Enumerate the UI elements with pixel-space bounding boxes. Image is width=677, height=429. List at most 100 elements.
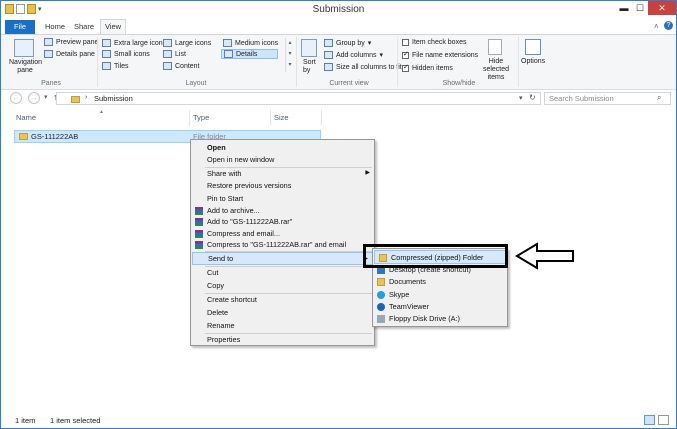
send-to-floppy[interactable]: Floppy Disk Drive (A:) bbox=[373, 313, 507, 325]
breadcrumb-chevron-icon[interactable]: › bbox=[85, 94, 87, 101]
menu-item-cut[interactable]: Cut bbox=[191, 267, 374, 279]
size-columns-icon bbox=[324, 63, 333, 71]
back-button[interactable]: ← bbox=[10, 92, 22, 104]
large-icons-view-icon[interactable] bbox=[658, 415, 669, 425]
selection-count: 1 item selected bbox=[50, 416, 101, 425]
options-icon bbox=[525, 39, 541, 55]
search-input[interactable]: Search Submission bbox=[544, 92, 671, 105]
sort-by-icon bbox=[301, 39, 317, 57]
tab-view[interactable]: View bbox=[100, 19, 126, 34]
menu-item-restore-versions[interactable]: Restore previous versions bbox=[191, 180, 374, 192]
column-size[interactable]: Size bbox=[274, 113, 289, 122]
group-by-button[interactable]: Group by ▾ bbox=[324, 39, 371, 47]
tiles-option[interactable]: Tiles bbox=[102, 62, 129, 70]
ribbon-separator bbox=[97, 37, 98, 87]
menu-item-copy[interactable]: Copy bbox=[191, 280, 374, 292]
file-name-extensions-toggle[interactable]: File name extensions bbox=[402, 50, 478, 59]
winrar-icon bbox=[195, 207, 203, 215]
tab-file[interactable]: File bbox=[5, 20, 35, 34]
extra-large-icons-option[interactable]: Extra large icons bbox=[102, 39, 166, 47]
menu-item-add-to-rar[interactable]: Add to "GS-111222AB.rar" bbox=[191, 216, 374, 228]
item-check-boxes-toggle[interactable]: Item check boxes bbox=[402, 39, 466, 46]
menu-item-rename[interactable]: Rename bbox=[191, 320, 374, 332]
options-button[interactable]: Options bbox=[521, 58, 545, 65]
add-columns-button[interactable]: Add columns ▾ bbox=[324, 51, 383, 59]
menu-item-compress-rar-email[interactable]: Compress to "GS-111222AB.rar" and email bbox=[191, 239, 374, 251]
skype-icon bbox=[377, 291, 385, 299]
column-separator[interactable] bbox=[321, 110, 322, 126]
large-icons-icon bbox=[163, 39, 172, 47]
folder-icon bbox=[19, 133, 28, 140]
search-icon: ⌕ bbox=[657, 93, 662, 102]
layout-scroll[interactable]: ▴ ▾ ▾ bbox=[285, 38, 294, 72]
tiles-icon bbox=[102, 62, 111, 70]
forward-button[interactable]: → bbox=[28, 92, 40, 104]
send-to-skype[interactable]: Skype bbox=[373, 289, 507, 301]
list-option[interactable]: List bbox=[163, 50, 186, 58]
column-name[interactable]: Name bbox=[16, 113, 36, 122]
annotation-highlight-box bbox=[363, 244, 508, 268]
refresh-icon[interactable]: ↻ bbox=[529, 93, 536, 102]
title-bar: ▾ Submission ▬ ☐ ✕ bbox=[1, 1, 676, 19]
add-columns-icon bbox=[324, 51, 333, 59]
ribbon-tabs: File Home Share View ˄ ? bbox=[1, 19, 676, 35]
menu-item-properties[interactable]: Properties bbox=[191, 334, 374, 346]
navigation-pane-button[interactable]: Navigation pane bbox=[9, 59, 42, 75]
navigation-pane-icon[interactable] bbox=[14, 39, 34, 57]
column-separator[interactable] bbox=[270, 110, 271, 126]
tab-home[interactable]: Home bbox=[43, 20, 67, 34]
menu-item-pin-to-start[interactable]: Pin to Start bbox=[191, 193, 374, 205]
medium-icons-icon bbox=[223, 39, 232, 47]
status-bar: 1 item 1 item selected bbox=[1, 413, 676, 428]
panes-group-label: Panes bbox=[41, 80, 61, 87]
sort-by-button[interactable]: Sort by bbox=[303, 59, 317, 75]
breadcrumb-submission[interactable]: Submission bbox=[94, 94, 133, 103]
size-all-columns-button[interactable]: Size all columns to fit bbox=[324, 63, 402, 71]
details-pane-button[interactable]: Details pane bbox=[44, 50, 95, 58]
large-icons-option[interactable]: Large icons bbox=[163, 39, 211, 47]
extra-large-icons-icon bbox=[102, 39, 111, 47]
send-to-documents[interactable]: Documents bbox=[373, 276, 507, 288]
address-bar[interactable]: › Submission ▾ ↻ bbox=[56, 92, 541, 105]
menu-item-open[interactable]: Open bbox=[191, 142, 374, 154]
column-separator[interactable] bbox=[189, 110, 190, 126]
documents-icon bbox=[377, 278, 385, 286]
recent-locations-icon[interactable]: ▾ bbox=[44, 93, 48, 101]
file-name: GS-111222AB bbox=[31, 132, 79, 141]
details-option[interactable]: Details bbox=[221, 49, 279, 59]
send-to-teamviewer[interactable]: TeamViewer bbox=[373, 301, 507, 313]
preview-pane-button[interactable]: Preview pane bbox=[44, 38, 98, 46]
floppy-drive-icon bbox=[377, 315, 385, 323]
hide-selected-items-button[interactable]: Hide selected items bbox=[475, 58, 517, 82]
sort-ascending-icon: ▲ bbox=[99, 109, 104, 115]
help-icon[interactable]: ? bbox=[664, 21, 673, 30]
hidden-items-toggle[interactable]: Hidden items bbox=[402, 63, 453, 72]
column-type[interactable]: Type bbox=[193, 113, 209, 122]
winrar-icon bbox=[195, 230, 203, 238]
checkbox-icon bbox=[402, 39, 409, 46]
list-icon bbox=[163, 50, 172, 58]
address-dropdown-icon[interactable]: ▾ bbox=[519, 94, 523, 102]
content-option[interactable]: Content bbox=[163, 62, 200, 70]
checkbox-checked-icon bbox=[402, 63, 409, 72]
show-hide-group-label: Show/hide bbox=[442, 80, 476, 87]
layout-group-label: Layout bbox=[185, 80, 207, 87]
hide-selected-icon bbox=[488, 39, 502, 55]
ribbon-separator bbox=[397, 37, 398, 87]
tab-share[interactable]: Share bbox=[71, 20, 97, 34]
small-icons-icon bbox=[102, 50, 111, 58]
menu-item-delete[interactable]: Delete bbox=[191, 307, 374, 319]
medium-icons-option[interactable]: Medium icons bbox=[223, 39, 278, 47]
collapse-ribbon-icon[interactable]: ˄ bbox=[654, 22, 659, 31]
menu-item-create-shortcut[interactable]: Create shortcut bbox=[191, 294, 374, 306]
small-icons-option[interactable]: Small icons bbox=[102, 50, 150, 58]
details-view-icon[interactable] bbox=[644, 415, 655, 425]
menu-item-share-with[interactable]: Share with ▶ bbox=[191, 168, 374, 180]
menu-item-open-new-window[interactable]: Open in new window bbox=[191, 154, 374, 166]
winrar-icon bbox=[195, 218, 203, 226]
window-title: Submission bbox=[312, 4, 365, 15]
menu-item-send-to[interactable]: Send to ▶ bbox=[192, 252, 373, 265]
maximize-button[interactable]: ☐ bbox=[631, 1, 649, 15]
ribbon-separator bbox=[296, 37, 297, 87]
close-button[interactable]: ✕ bbox=[648, 1, 676, 15]
